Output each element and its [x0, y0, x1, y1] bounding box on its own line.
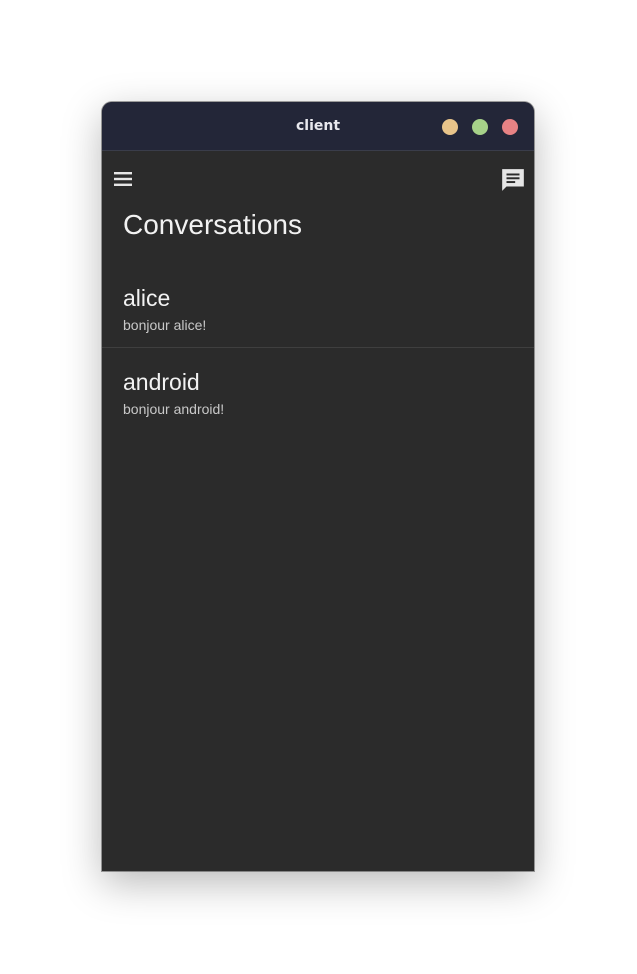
page-title: Conversations — [123, 209, 302, 240]
window-titlebar[interactable]: client — [102, 102, 534, 151]
hamburger-menu-icon[interactable] — [112, 169, 134, 189]
conversation-item-android[interactable]: android bonjour android! — [102, 348, 534, 432]
maximize-button[interactable] — [472, 119, 488, 135]
conversation-item-alice[interactable]: alice bonjour alice! — [102, 264, 534, 348]
chat-message-icon[interactable] — [500, 167, 526, 193]
conversation-preview: bonjour alice! — [123, 317, 207, 333]
minimize-button[interactable] — [442, 119, 458, 135]
conversation-preview: bonjour android! — [123, 401, 225, 417]
app-bar — [102, 151, 534, 207]
app-window: client Conversations alice bonjour alice… — [102, 102, 534, 871]
window-title: client — [295, 118, 341, 134]
close-button[interactable] — [502, 119, 518, 135]
conversation-name: alice — [123, 285, 171, 311]
conversation-list: alice bonjour alice! android bonjour and… — [102, 264, 534, 432]
conversation-name: android — [123, 369, 200, 395]
